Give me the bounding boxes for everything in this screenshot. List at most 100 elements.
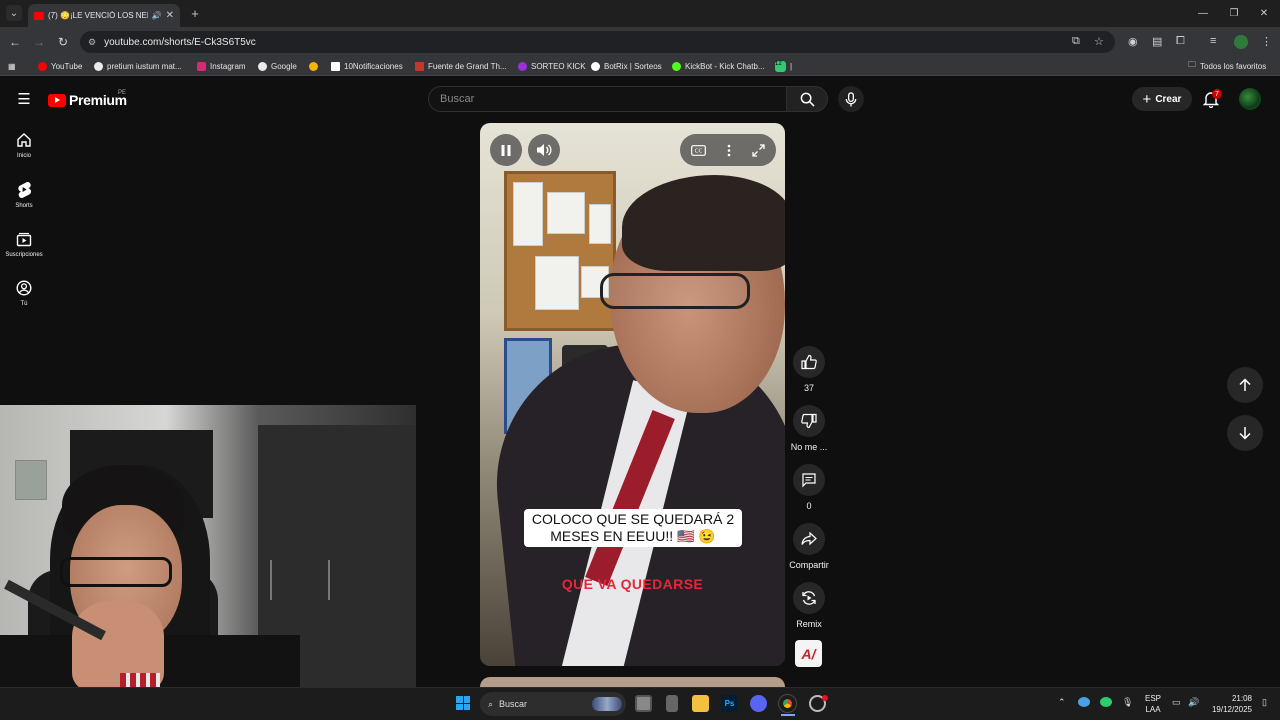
bookmark-sorteo-kick[interactable]: SORTEO KICK — [518, 56, 586, 76]
sidebar-item-you[interactable]: Tú — [0, 280, 48, 307]
microphone-tray-icon[interactable]: 🎙 — [1122, 697, 1133, 708]
like-button[interactable] — [793, 346, 825, 378]
more-options-icon[interactable] — [727, 144, 731, 157]
extensions-puzzle-icon[interactable]: ⧠ — [1176, 35, 1185, 48]
close-window-button[interactable]: ✕ — [1253, 5, 1275, 21]
onedrive-icon[interactable] — [1078, 697, 1090, 707]
photoshop-icon[interactable]: Ps — [721, 695, 738, 712]
notifications-center-icon[interactable]: ▯ — [1262, 697, 1267, 708]
volume-button[interactable] — [528, 134, 560, 166]
create-label: Crear — [1155, 93, 1182, 105]
youtube-premium-logo[interactable]: Premium — [48, 92, 127, 108]
bookmark-numbered[interactable]: 12 | — [775, 56, 792, 76]
clock-date: 19/12/2025 — [1211, 705, 1252, 714]
like-action[interactable]: 37 — [788, 346, 830, 393]
chrome-icon[interactable] — [778, 694, 797, 713]
bookmark-botrix[interactable]: BotRix | Sorteos — [591, 56, 662, 76]
captions-icon[interactable]: CC — [690, 144, 706, 156]
channel-avatar[interactable]: A/ — [795, 640, 822, 667]
bookmark-label: pretium iustum mat... — [107, 61, 182, 71]
cork-board — [504, 171, 616, 331]
bookmark-google[interactable]: Google — [258, 56, 297, 76]
pause-button[interactable] — [490, 134, 522, 166]
dislike-button[interactable] — [793, 405, 825, 437]
reading-list-icon[interactable]: ≡ — [1210, 35, 1216, 47]
next-short-button[interactable] — [1227, 415, 1263, 451]
search-input[interactable] — [440, 93, 770, 105]
restore-button[interactable]: ❐ — [1223, 5, 1245, 21]
share-button[interactable] — [793, 523, 825, 555]
short-video-player[interactable]: CC COLOCO QUE SE QUEDARÁ 2 MESES EN EEUU… — [480, 123, 785, 666]
network-icon[interactable]: ▭ — [1172, 697, 1181, 708]
tab-audio-icon[interactable]: 🔊 — [152, 11, 162, 20]
file-explorer-icon[interactable] — [692, 695, 709, 712]
apps-grid-icon[interactable]: ▦ — [8, 56, 16, 76]
site-info-icon[interactable]: ⚙ — [88, 37, 96, 48]
discord-icon[interactable] — [750, 695, 767, 712]
search-button[interactable] — [786, 86, 828, 112]
forward-button[interactable]: → — [31, 34, 47, 50]
tab-close-icon[interactable]: ✕ — [166, 10, 174, 21]
reload-button[interactable]: ↻ — [55, 34, 71, 50]
tab-search-menu-button[interactable]: ⌄ — [6, 5, 22, 21]
sidebar-item-subscriptions[interactable]: Suscripciones — [0, 231, 48, 258]
address-bar[interactable]: ⚙ youtube.com/shorts/E-Ck3S6T5vc — [80, 31, 1115, 53]
comments-action[interactable]: 0 — [788, 464, 830, 511]
comments-button[interactable] — [793, 464, 825, 496]
keyboard-layout: LAA — [1145, 705, 1161, 714]
google-icon — [258, 61, 267, 71]
sorteo-icon — [518, 61, 527, 71]
bookmark-star-icon[interactable]: ☆ — [1094, 35, 1104, 48]
bookmark-instagram[interactable]: Instagram — [197, 56, 246, 76]
bookmark-10notificaciones[interactable]: 10Notificaciones — [331, 56, 403, 76]
previous-short-button[interactable] — [1227, 367, 1263, 403]
voice-search-button[interactable] — [838, 86, 864, 112]
account-avatar[interactable] — [1239, 88, 1261, 110]
install-app-icon[interactable]: ⧉ — [1072, 35, 1080, 48]
profile-avatar-icon[interactable] — [1234, 35, 1248, 49]
pinwheel-icon — [309, 61, 318, 71]
share-action[interactable]: Compartir — [788, 523, 830, 570]
tray-app-icon[interactable] — [1100, 697, 1112, 707]
kickbot-icon — [672, 61, 681, 71]
streamer-shirt — [120, 673, 160, 687]
sidebar-item-home[interactable]: Inicio — [0, 132, 48, 159]
new-tab-button[interactable]: + — [188, 6, 202, 21]
all-bookmarks-folder[interactable]: 🗀 Todos los favoritos — [1188, 56, 1266, 76]
all-bookmarks-label: Todos los favoritos — [1200, 61, 1267, 71]
system-clock[interactable]: 21:08 19/12/2025 — [1208, 693, 1252, 715]
speaker-icon[interactable]: 🔊 — [1188, 697, 1199, 708]
like-count: 37 — [803, 383, 814, 393]
bookmark-pinwheel[interactable] — [309, 56, 318, 76]
bookmark-pretium[interactable]: pretium iustum mat... — [94, 56, 182, 76]
search-box[interactable] — [428, 86, 786, 112]
fullscreen-icon[interactable] — [752, 143, 765, 157]
remix-action[interactable]: Remix — [788, 582, 830, 629]
player-controls-right: CC — [680, 134, 776, 166]
input-language[interactable]: ESP LAA — [1144, 693, 1162, 715]
task-view-icon[interactable] — [635, 695, 652, 712]
app-icon[interactable] — [666, 695, 678, 712]
x-logo-icon — [331, 61, 340, 71]
taskbar-search[interactable]: ⌕ Buscar — [480, 692, 626, 716]
sidebar-item-shorts[interactable]: Shorts — [0, 181, 48, 209]
extension-icon[interactable]: ◉ — [1128, 35, 1138, 48]
active-tab[interactable]: (7) 😳¡LE VENCIÓ LOS NERVIOS 🔊 ✕ — [28, 4, 180, 27]
remix-button[interactable] — [793, 582, 825, 614]
youtube-icon — [38, 61, 47, 71]
bookmark-label: YouTube — [51, 61, 83, 71]
minimize-button[interactable]: — — [1192, 5, 1214, 21]
browser-menu-icon[interactable]: ⋮ — [1261, 35, 1272, 48]
dislike-action[interactable]: No me ... — [788, 405, 830, 452]
bookmark-kickbot[interactable]: KickBot - Kick Chatb... — [672, 56, 765, 76]
pause-icon — [501, 144, 511, 156]
show-hidden-icons[interactable]: ⌃ — [1058, 697, 1066, 708]
extension-icon[interactable]: ▤ — [1152, 35, 1162, 48]
bookmark-youtube[interactable]: YouTube — [38, 56, 82, 76]
hamburger-menu-icon[interactable]: ☰ — [16, 91, 32, 108]
create-button[interactable]: + Crear — [1132, 87, 1192, 111]
windows-start-icon[interactable] — [456, 696, 470, 710]
back-button[interactable]: ← — [7, 34, 23, 50]
youtube-favicon-icon — [34, 11, 44, 20]
bookmark-grand-theft[interactable]: Fuente de Grand Th... — [415, 56, 507, 76]
